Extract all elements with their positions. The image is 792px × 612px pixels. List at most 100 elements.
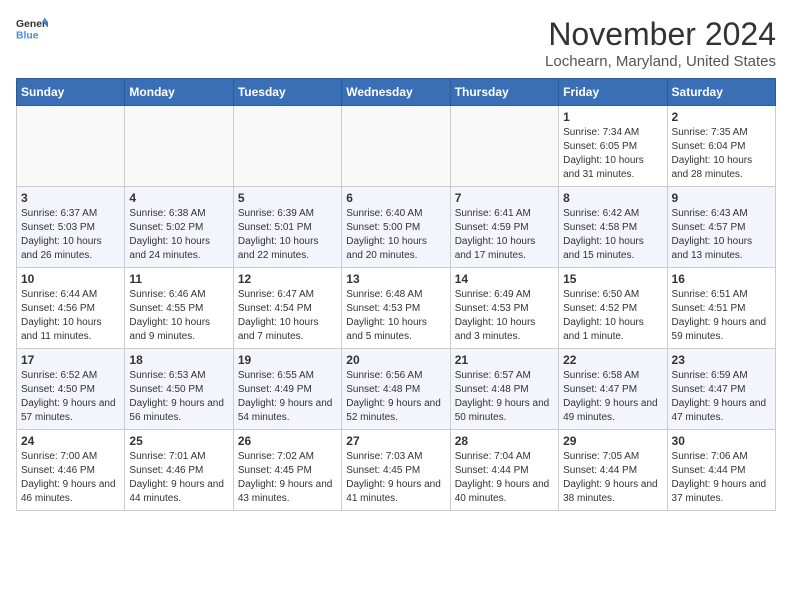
day-info: Sunrise: 7:05 AM Sunset: 4:44 PM Dayligh… (563, 450, 662, 506)
calendar-cell: 13Sunrise: 6:48 AM Sunset: 4:53 PM Dayli… (342, 268, 450, 349)
day-info: Sunrise: 7:04 AM Sunset: 4:44 PM Dayligh… (455, 450, 554, 506)
day-number: 7 (455, 191, 554, 205)
day-number: 29 (563, 434, 662, 448)
day-info: Sunrise: 7:35 AM Sunset: 6:04 PM Dayligh… (672, 126, 771, 182)
logo: General Blue (16, 16, 48, 44)
day-info: Sunrise: 6:59 AM Sunset: 4:47 PM Dayligh… (672, 369, 771, 425)
day-number: 4 (129, 191, 228, 205)
calendar-cell: 16 Sunrise: 6:51 AM Sunset: 4:51 PM Dayli… (667, 268, 775, 349)
day-number: 30 (672, 434, 771, 448)
day-number: 12 (238, 272, 337, 286)
calendar-cell: 15 Sunrise: 6:50 AM Sunset: 4:52 PM Dayli… (559, 268, 667, 349)
day-info: Sunrise: 7:01 AM Sunset: 4:46 PM Dayligh… (129, 450, 228, 506)
day-number: 28 (455, 434, 554, 448)
weekday-header: Tuesday (233, 79, 341, 106)
day-info: Sunrise: 6:51 AM Sunset: 4:51 PM Dayligh… (672, 288, 771, 344)
calendar-cell: 27 Sunrise: 7:03 AM Sunset: 4:45 PM Dayli… (342, 430, 450, 511)
calendar-cell: 2 Sunrise: 7:35 AM Sunset: 6:04 PM Daylig… (667, 106, 775, 187)
calendar-cell: 10 Sunrise: 6:44 AM Sunset: 4:56 PM Dayli… (17, 268, 125, 349)
weekday-header: Wednesday (342, 79, 450, 106)
day-number: 19 (238, 353, 337, 367)
calendar-cell: 20Sunrise: 6:56 AM Sunset: 4:48 PM Dayli… (342, 349, 450, 430)
day-number: 18 (129, 353, 228, 367)
day-info: Sunrise: 6:43 AM Sunset: 4:57 PM Dayligh… (672, 207, 771, 263)
weekday-header: Thursday (450, 79, 558, 106)
weekday-header: Friday (559, 79, 667, 106)
day-info: Sunrise: 6:57 AM Sunset: 4:48 PM Dayligh… (455, 369, 554, 425)
day-info: Sunrise: 6:38 AM Sunset: 5:02 PM Dayligh… (129, 207, 228, 263)
calendar-week-row: 1Sunrise: 7:34 AM Sunset: 6:05 PM Daylig… (17, 106, 776, 187)
day-info: Sunrise: 6:50 AM Sunset: 4:52 PM Dayligh… (563, 288, 662, 344)
calendar-cell (233, 106, 341, 187)
title-area: November 2024 Lochearn, Maryland, United… (545, 16, 776, 70)
day-number: 5 (238, 191, 337, 205)
day-number: 23 (672, 353, 771, 367)
calendar-cell (17, 106, 125, 187)
day-info: Sunrise: 7:06 AM Sunset: 4:44 PM Dayligh… (672, 450, 771, 506)
calendar-table: SundayMondayTuesdayWednesdayThursdayFrid… (16, 78, 776, 511)
day-info: Sunrise: 7:02 AM Sunset: 4:45 PM Dayligh… (238, 450, 337, 506)
day-info: Sunrise: 6:56 AM Sunset: 4:48 PM Dayligh… (346, 369, 445, 425)
calendar-cell: 21 Sunrise: 6:57 AM Sunset: 4:48 PM Dayli… (450, 349, 558, 430)
day-info: Sunrise: 6:44 AM Sunset: 4:56 PM Dayligh… (21, 288, 120, 344)
day-number: 10 (21, 272, 120, 286)
day-number: 2 (672, 110, 771, 124)
day-info: Sunrise: 6:42 AM Sunset: 4:58 PM Dayligh… (563, 207, 662, 263)
calendar-cell: 23 Sunrise: 6:59 AM Sunset: 4:47 PM Dayli… (667, 349, 775, 430)
calendar-cell: 3Sunrise: 6:37 AM Sunset: 5:03 PM Daylig… (17, 187, 125, 268)
day-info: Sunrise: 6:40 AM Sunset: 5:00 PM Dayligh… (346, 207, 445, 263)
weekday-header: Monday (125, 79, 233, 106)
month-title: November 2024 (545, 16, 776, 53)
day-info: Sunrise: 6:46 AM Sunset: 4:55 PM Dayligh… (129, 288, 228, 344)
day-number: 21 (455, 353, 554, 367)
day-number: 16 (672, 272, 771, 286)
day-info: Sunrise: 6:58 AM Sunset: 4:47 PM Dayligh… (563, 369, 662, 425)
day-number: 13 (346, 272, 445, 286)
calendar-cell: 7 Sunrise: 6:41 AM Sunset: 4:59 PM Daylig… (450, 187, 558, 268)
day-number: 17 (21, 353, 120, 367)
day-number: 11 (129, 272, 228, 286)
weekday-header: Saturday (667, 79, 775, 106)
day-number: 15 (563, 272, 662, 286)
weekday-header: Sunday (17, 79, 125, 106)
day-info: Sunrise: 7:03 AM Sunset: 4:45 PM Dayligh… (346, 450, 445, 506)
calendar-cell: 9Sunrise: 6:43 AM Sunset: 4:57 PM Daylig… (667, 187, 775, 268)
logo-icon: General Blue (16, 16, 48, 44)
calendar-cell: 1Sunrise: 7:34 AM Sunset: 6:05 PM Daylig… (559, 106, 667, 187)
day-info: Sunrise: 6:49 AM Sunset: 4:53 PM Dayligh… (455, 288, 554, 344)
calendar-cell: 24Sunrise: 7:00 AM Sunset: 4:46 PM Dayli… (17, 430, 125, 511)
day-number: 6 (346, 191, 445, 205)
calendar-cell: 30 Sunrise: 7:06 AM Sunset: 4:44 PM Dayli… (667, 430, 775, 511)
calendar-week-row: 3Sunrise: 6:37 AM Sunset: 5:03 PM Daylig… (17, 187, 776, 268)
day-number: 26 (238, 434, 337, 448)
day-info: Sunrise: 6:39 AM Sunset: 5:01 PM Dayligh… (238, 207, 337, 263)
calendar-cell: 8 Sunrise: 6:42 AM Sunset: 4:58 PM Daylig… (559, 187, 667, 268)
calendar-cell: 4 Sunrise: 6:38 AM Sunset: 5:02 PM Daylig… (125, 187, 233, 268)
calendar-cell: 19 Sunrise: 6:55 AM Sunset: 4:49 PM Dayli… (233, 349, 341, 430)
calendar-cell: 14 Sunrise: 6:49 AM Sunset: 4:53 PM Dayli… (450, 268, 558, 349)
day-info: Sunrise: 6:55 AM Sunset: 4:49 PM Dayligh… (238, 369, 337, 425)
day-info: Sunrise: 7:00 AM Sunset: 4:46 PM Dayligh… (21, 450, 120, 506)
day-info: Sunrise: 6:52 AM Sunset: 4:50 PM Dayligh… (21, 369, 120, 425)
calendar-cell: 25 Sunrise: 7:01 AM Sunset: 4:46 PM Dayli… (125, 430, 233, 511)
day-number: 27 (346, 434, 445, 448)
day-info: Sunrise: 6:41 AM Sunset: 4:59 PM Dayligh… (455, 207, 554, 263)
calendar-cell: 22 Sunrise: 6:58 AM Sunset: 4:47 PM Dayli… (559, 349, 667, 430)
day-number: 8 (563, 191, 662, 205)
calendar-week-row: 17 Sunrise: 6:52 AM Sunset: 4:50 PM Dayli… (17, 349, 776, 430)
header: General Blue November 2024 Lochearn, Mar… (16, 16, 776, 70)
day-number: 22 (563, 353, 662, 367)
day-number: 14 (455, 272, 554, 286)
day-info: Sunrise: 6:37 AM Sunset: 5:03 PM Dayligh… (21, 207, 120, 263)
calendar-cell: 26 Sunrise: 7:02 AM Sunset: 4:45 PM Dayli… (233, 430, 341, 511)
calendar-cell: 12Sunrise: 6:47 AM Sunset: 4:54 PM Dayli… (233, 268, 341, 349)
calendar-cell: 6 Sunrise: 6:40 AM Sunset: 5:00 PM Daylig… (342, 187, 450, 268)
day-info: Sunrise: 6:53 AM Sunset: 4:50 PM Dayligh… (129, 369, 228, 425)
calendar-cell: 29 Sunrise: 7:05 AM Sunset: 4:44 PM Dayli… (559, 430, 667, 511)
calendar-cell (450, 106, 558, 187)
calendar-cell: 17 Sunrise: 6:52 AM Sunset: 4:50 PM Dayli… (17, 349, 125, 430)
day-number: 1 (563, 110, 662, 124)
location-title: Lochearn, Maryland, United States (545, 53, 776, 70)
day-number: 25 (129, 434, 228, 448)
calendar-cell: 11 Sunrise: 6:46 AM Sunset: 4:55 PM Dayli… (125, 268, 233, 349)
